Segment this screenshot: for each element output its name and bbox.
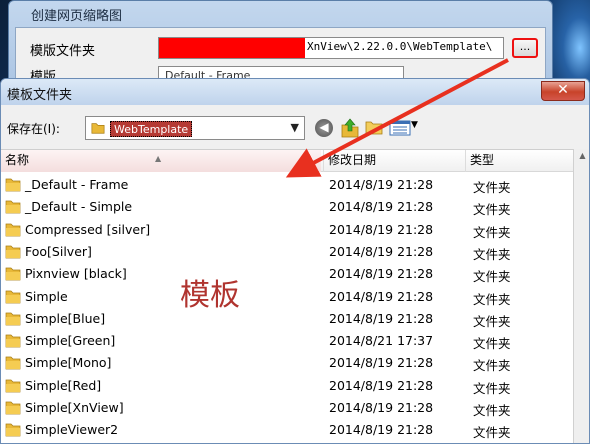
folder-name: Simple[Green] — [25, 333, 116, 349]
folder-name: Simple[Blue] — [25, 310, 106, 326]
save-in-label: 保存在(I): — [7, 122, 60, 136]
folder-icon — [5, 379, 21, 393]
vertical-scrollbar[interactable]: ▲ — [573, 149, 589, 443]
folder-name: SimpleViewer2 — [25, 422, 119, 438]
column-name-label: 名称 — [5, 153, 30, 167]
table-row[interactable]: _Default - Frame 2014/8/19 21:28 文件夹 — [1, 174, 573, 196]
table-row[interactable]: Simple[Red] 2014/8/19 21:28 文件夹 — [1, 375, 573, 397]
folder-name: Simple[Mono] — [25, 355, 112, 371]
folder-date: 2014/8/19 21:28 — [329, 199, 434, 215]
folder-type: 文件夹 — [473, 336, 511, 352]
folder-icon — [5, 245, 21, 259]
column-date[interactable]: 修改日期 — [323, 150, 463, 172]
table-row[interactable]: _Default - Simple 2014/8/19 21:28 文件夹 — [1, 196, 573, 218]
new-folder-icon[interactable] — [365, 119, 383, 135]
folder-icon — [5, 312, 21, 326]
template-folder-path: XnView\2.22.0.0\WebTemplate\ — [307, 40, 493, 53]
table-row[interactable]: Simple[XnView] 2014/8/19 21:28 文件夹 — [1, 397, 573, 419]
folder-name: Compressed [silver] — [25, 221, 151, 237]
folder-icon — [5, 200, 21, 214]
folder-date: 2014/8/19 21:28 — [329, 177, 434, 192]
folder-date: 2014/8/19 21:28 — [329, 422, 434, 438]
folder-date: 2014/8/21 17:37 — [329, 333, 434, 349]
folder-type: 文件夹 — [473, 425, 511, 441]
folder-name: Simple — [25, 288, 68, 304]
folder-icon — [5, 267, 21, 281]
column-name[interactable]: 名称 ▲ — [1, 150, 321, 172]
folder-type: 文件夹 — [473, 358, 511, 374]
folder-toolbar: 保存在(I): WebTemplate ▼ ◀ ▼ — [1, 109, 589, 145]
folder-date: 2014/8/19 21:28 — [329, 355, 434, 371]
up-folder-icon[interactable] — [339, 117, 361, 139]
folder-date: 2014/8/19 21:28 — [329, 400, 434, 415]
folder-name: Pixnview [black] — [25, 266, 127, 282]
folder-icon — [5, 357, 21, 370]
table-row[interactable]: Simple[Mono] 2014/8/19 21:28 文件夹 — [1, 352, 573, 374]
folder-dialog: 模板文件夹 ✕ 保存在(I): WebTemplate ▼ ◀ ▼ 名称 ▲ 修… — [0, 78, 590, 444]
scroll-up-icon[interactable]: ▲ — [576, 151, 589, 167]
folder-dialog-titlebar: 模板文件夹 ✕ — [1, 79, 589, 105]
template-folder-label: 模版文件夹 — [30, 44, 96, 59]
location-value: WebTemplate — [110, 121, 193, 137]
folder-icon — [5, 290, 21, 303]
thumbnail-dialog-title: 创建网页缩略图 — [31, 9, 123, 24]
folder-type: 文件夹 — [473, 180, 511, 195]
folder-icon — [5, 178, 21, 192]
folder-dialog-title: 模板文件夹 — [7, 88, 73, 103]
browse-button[interactable]: ... — [512, 38, 538, 58]
folder-type: 文件夹 — [473, 403, 511, 418]
location-combobox[interactable]: WebTemplate ▼ — [85, 116, 305, 140]
folder-name: Foo[Silver] — [25, 243, 92, 259]
folder-name: _Default - Simple — [25, 199, 133, 215]
table-row[interactable]: Foo[Silver] 2014/8/19 21:28 文件夹 — [1, 241, 573, 263]
folder-type: 文件夹 — [473, 246, 511, 262]
redaction-bar — [159, 38, 305, 58]
template-folder-field[interactable]: XnView\2.22.0.0\WebTemplate\ — [158, 37, 504, 59]
view-dropdown-icon[interactable]: ▼ — [411, 120, 418, 130]
folder-type: 文件夹 — [473, 313, 511, 329]
sort-arrow-icon: ▲ — [155, 154, 162, 163]
close-button[interactable]: ✕ — [541, 81, 585, 101]
table-row[interactable]: SimpleViewer2 2014/8/19 21:28 文件夹 — [1, 419, 573, 441]
folder-date: 2014/8/19 21:28 — [329, 310, 434, 326]
folder-type: 文件夹 — [473, 291, 511, 307]
folder-type: 文件夹 — [473, 202, 511, 218]
annotation-label: 模板 — [180, 278, 240, 313]
folder-date: 2014/8/19 21:28 — [329, 243, 434, 259]
chevron-down-icon[interactable]: ▼ — [291, 121, 299, 134]
view-menu-icon[interactable] — [389, 120, 411, 136]
folder-date: 2014/8/19 21:28 — [329, 221, 434, 237]
folder-type: 文件夹 — [473, 269, 511, 285]
back-arrow-icon[interactable]: ◀ — [315, 119, 333, 137]
folder-name: Simple[Red] — [25, 377, 102, 393]
table-row[interactable]: Simple 2014/8/19 21:28 文件夹 — [1, 286, 573, 308]
list-header: 名称 ▲ 修改日期 类型 — [1, 150, 573, 172]
folder-icon — [5, 223, 21, 236]
folder-type: 文件夹 — [473, 380, 511, 396]
folder-icon — [5, 401, 21, 415]
folder-list: 名称 ▲ 修改日期 类型 _Default - Frame 2014/8/19 2… — [1, 149, 573, 443]
folder-date: 2014/8/19 21:28 — [329, 377, 434, 393]
folder-type: 文件夹 — [473, 224, 511, 240]
folder-name: Simple[XnView] — [25, 400, 124, 415]
table-row[interactable]: Pixnview [black] 2014/8/19 21:28 文件夹 — [1, 263, 573, 285]
table-row[interactable]: Simple[Green] 2014/8/21 17:37 文件夹 — [1, 330, 573, 352]
folder-icon — [5, 334, 21, 348]
folder-date: 2014/8/19 21:28 — [329, 288, 434, 304]
column-type[interactable]: 类型 — [465, 150, 573, 172]
table-row[interactable]: Compressed [silver] 2014/8/19 21:28 文件夹 — [1, 219, 573, 241]
table-row[interactable]: Simple[Blue] 2014/8/19 21:28 文件夹 — [1, 308, 573, 330]
folder-icon — [91, 123, 105, 134]
folder-icon — [5, 423, 21, 437]
folder-name: _Default - Frame — [25, 177, 129, 192]
folder-date: 2014/8/19 21:28 — [329, 266, 434, 282]
